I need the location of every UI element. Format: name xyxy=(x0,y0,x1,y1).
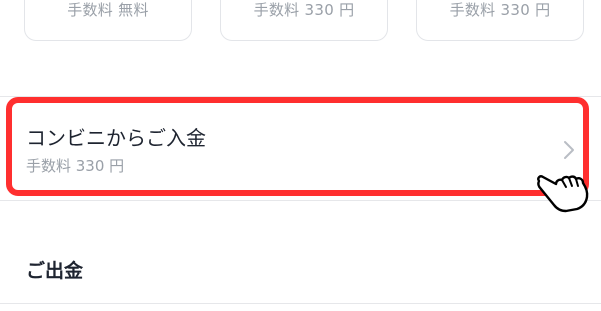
divider xyxy=(0,200,601,201)
payment-option-fee: 手数料 無料 xyxy=(67,1,149,19)
payment-option-card-330-b[interactable]: 手数料 330 円 xyxy=(416,0,584,41)
payment-option-card-330[interactable]: 手数料 330 円 xyxy=(220,0,388,41)
convenience-store-deposit-row[interactable]: コンビニからご入金 手数料 330 円 xyxy=(0,100,601,200)
convenience-deposit-title: コンビニからご入金 xyxy=(26,126,206,150)
divider xyxy=(0,96,601,97)
convenience-deposit-fee: 手数料 330 円 xyxy=(26,157,125,175)
payment-option-card-free[interactable]: 手数料 無料 xyxy=(24,0,192,41)
withdraw-section-title: ご出金 xyxy=(26,260,84,282)
payment-option-fee: 手数料 330 円 xyxy=(449,1,551,19)
chevron-right-icon xyxy=(564,141,574,159)
payment-option-fee: 手数料 330 円 xyxy=(253,1,355,19)
divider xyxy=(0,303,601,304)
